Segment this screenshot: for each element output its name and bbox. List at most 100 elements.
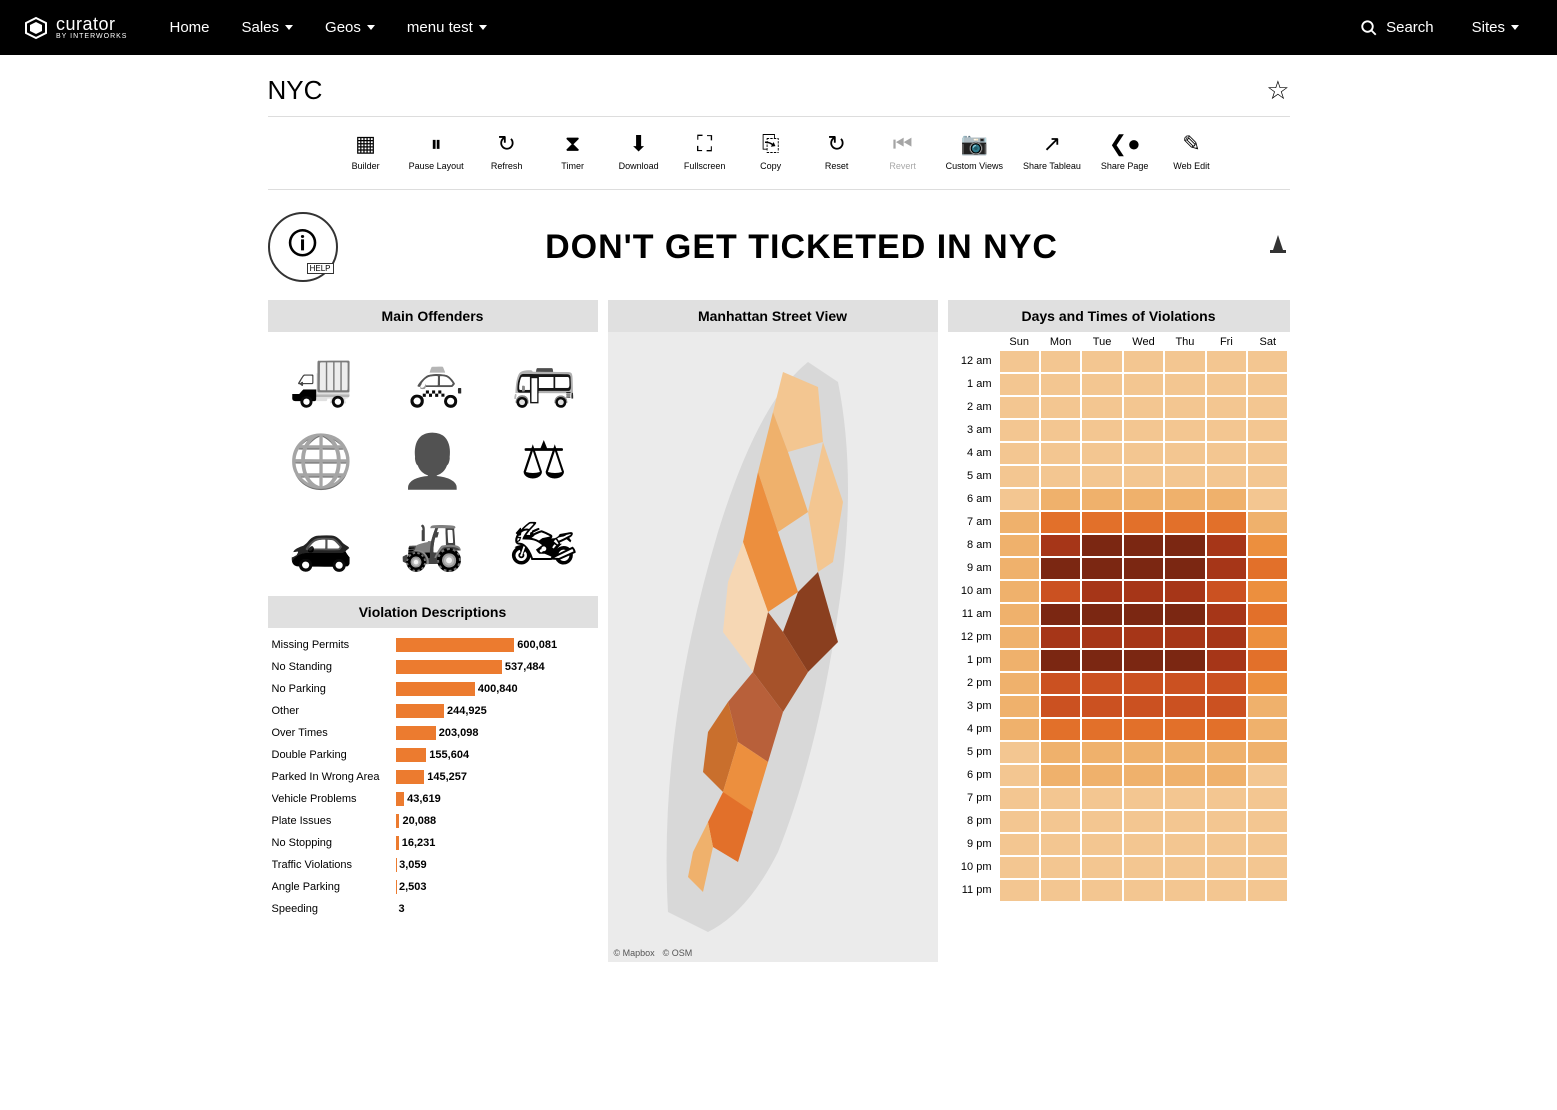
violation-row[interactable]: Vehicle Problems43,619	[272, 788, 594, 810]
tool-pause-layout[interactable]: ⏸Pause Layout	[409, 131, 464, 171]
heat-cell[interactable]	[1000, 420, 1039, 441]
heat-cell[interactable]	[1041, 512, 1080, 533]
heat-cell[interactable]	[1248, 512, 1287, 533]
heat-cell[interactable]	[1207, 443, 1246, 464]
violation-row[interactable]: Traffic Violations3,059	[272, 854, 594, 876]
brand-logo[interactable]: curator BY INTERWORKS	[24, 15, 127, 40]
heat-cell[interactable]	[1248, 581, 1287, 602]
heat-cell[interactable]	[1248, 834, 1287, 855]
nav-link-geos[interactable]: Geos	[311, 11, 389, 44]
heat-cell[interactable]	[1165, 696, 1204, 717]
heat-cell[interactable]	[1000, 443, 1039, 464]
heat-cell[interactable]	[1082, 374, 1121, 395]
heat-cell[interactable]	[1000, 627, 1039, 648]
heat-cell[interactable]	[1165, 880, 1204, 901]
heat-cell[interactable]	[1041, 880, 1080, 901]
heat-cell[interactable]	[1082, 604, 1121, 625]
heat-cell[interactable]	[1041, 834, 1080, 855]
violation-row[interactable]: Parked In Wrong Area145,257	[272, 766, 594, 788]
heat-cell[interactable]	[1248, 443, 1287, 464]
heat-cell[interactable]	[1000, 811, 1039, 832]
heat-cell[interactable]	[1000, 489, 1039, 510]
heat-cell[interactable]	[1082, 650, 1121, 671]
heat-cell[interactable]	[1165, 834, 1204, 855]
heat-cell[interactable]	[1207, 857, 1246, 878]
violation-row[interactable]: Double Parking155,604	[272, 744, 594, 766]
heat-cell[interactable]	[1041, 558, 1080, 579]
heat-cell[interactable]	[1041, 719, 1080, 740]
heat-cell[interactable]	[1207, 351, 1246, 372]
heat-cell[interactable]	[1165, 788, 1204, 809]
heat-cell[interactable]	[1165, 627, 1204, 648]
heat-cell[interactable]	[1041, 627, 1080, 648]
heat-cell[interactable]	[1082, 719, 1121, 740]
heat-cell[interactable]	[1000, 604, 1039, 625]
heat-cell[interactable]	[1041, 466, 1080, 487]
heat-cell[interactable]	[1082, 696, 1121, 717]
heat-cell[interactable]	[1082, 811, 1121, 832]
heat-cell[interactable]	[1124, 535, 1163, 556]
heat-cell[interactable]	[1082, 788, 1121, 809]
heat-cell[interactable]	[1248, 650, 1287, 671]
heat-cell[interactable]	[1041, 535, 1080, 556]
heat-cell[interactable]	[1000, 581, 1039, 602]
heat-cell[interactable]	[1207, 558, 1246, 579]
heat-cell[interactable]	[1000, 742, 1039, 763]
manhattan-map[interactable]: © Mapbox © OSM	[608, 332, 938, 962]
heat-cell[interactable]	[1000, 558, 1039, 579]
heat-cell[interactable]	[1165, 581, 1204, 602]
heat-cell[interactable]	[1248, 351, 1287, 372]
offender-tractor[interactable]: 🚜	[381, 506, 484, 580]
heat-cell[interactable]	[1082, 765, 1121, 786]
heat-cell[interactable]	[1207, 535, 1246, 556]
heat-cell[interactable]	[1082, 581, 1121, 602]
heat-cell[interactable]	[1041, 604, 1080, 625]
heat-cell[interactable]	[1124, 558, 1163, 579]
heat-cell[interactable]	[1207, 719, 1246, 740]
violation-row[interactable]: No Standing537,484	[272, 656, 594, 678]
heat-cell[interactable]	[1124, 466, 1163, 487]
heat-cell[interactable]	[1041, 857, 1080, 878]
heat-cell[interactable]	[1000, 374, 1039, 395]
heat-cell[interactable]	[1248, 397, 1287, 418]
search-button[interactable]: Search	[1360, 19, 1434, 37]
violation-row[interactable]: Over Times203,098	[272, 722, 594, 744]
heat-cell[interactable]	[1248, 857, 1287, 878]
heat-cell[interactable]	[1124, 834, 1163, 855]
heat-cell[interactable]	[1207, 765, 1246, 786]
heat-cell[interactable]	[1000, 535, 1039, 556]
heat-cell[interactable]	[1041, 673, 1080, 694]
heat-cell[interactable]	[1207, 604, 1246, 625]
heat-cell[interactable]	[1082, 420, 1121, 441]
nav-link-menu-test[interactable]: menu test	[393, 11, 501, 44]
heat-cell[interactable]	[1124, 374, 1163, 395]
heat-cell[interactable]	[1207, 811, 1246, 832]
heat-cell[interactable]	[1165, 512, 1204, 533]
heat-cell[interactable]	[1207, 466, 1246, 487]
heat-cell[interactable]	[1165, 535, 1204, 556]
heat-cell[interactable]	[1000, 673, 1039, 694]
heat-cell[interactable]	[1000, 857, 1039, 878]
heat-cell[interactable]	[1041, 811, 1080, 832]
heat-cell[interactable]	[1041, 650, 1080, 671]
heat-cell[interactable]	[1124, 489, 1163, 510]
heat-cell[interactable]	[1041, 742, 1080, 763]
heat-cell[interactable]	[1207, 673, 1246, 694]
heat-cell[interactable]	[1165, 420, 1204, 441]
offender-official[interactable]: 👤	[381, 424, 484, 498]
heat-cell[interactable]	[1000, 466, 1039, 487]
heat-cell[interactable]	[1124, 581, 1163, 602]
heat-cell[interactable]	[1248, 880, 1287, 901]
help-badge[interactable]: 🛈 HELP	[268, 212, 338, 282]
tool-timer[interactable]: ⧗Timer	[550, 131, 596, 171]
tool-builder[interactable]: ▦Builder	[343, 131, 389, 171]
heat-cell[interactable]	[1124, 397, 1163, 418]
tool-refresh[interactable]: ↻Refresh	[484, 131, 530, 171]
heat-cell[interactable]	[1165, 351, 1204, 372]
heat-cell[interactable]	[1124, 788, 1163, 809]
heat-cell[interactable]	[1248, 535, 1287, 556]
heat-cell[interactable]	[1082, 397, 1121, 418]
heat-cell[interactable]	[1248, 374, 1287, 395]
offender-taxi[interactable]: 🚕	[381, 342, 484, 416]
tool-web-edit[interactable]: ✎Web Edit	[1168, 131, 1214, 171]
